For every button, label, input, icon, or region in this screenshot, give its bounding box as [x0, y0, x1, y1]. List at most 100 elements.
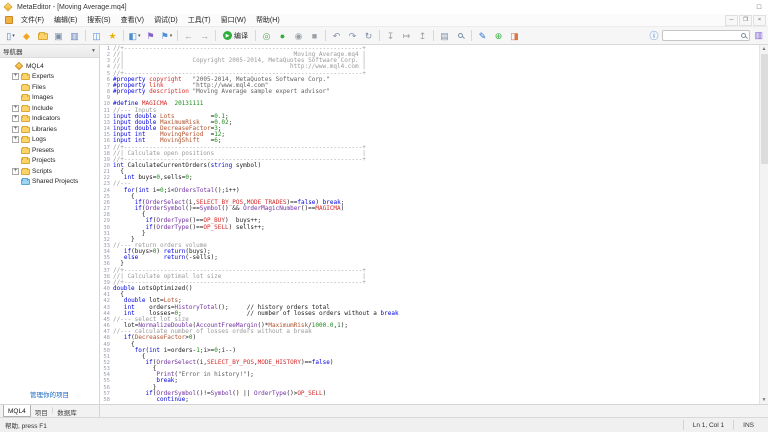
scrollbar-thumb[interactable] — [761, 54, 768, 164]
expand-icon[interactable]: + — [12, 105, 19, 112]
next-bookmark-button[interactable]: ⚑▾ — [159, 29, 174, 43]
start-debug-real-button[interactable]: ◎ — [259, 29, 274, 43]
open-file-icon — [38, 33, 48, 40]
new-file-button[interactable]: ▯▾ — [3, 29, 18, 43]
step-over-button[interactable]: ↦ — [399, 29, 414, 43]
nav-item-images[interactable]: Images — [0, 93, 99, 104]
nav-item-presets[interactable]: Presets — [0, 145, 99, 156]
tab-数据库[interactable]: 数据库 — [53, 405, 81, 417]
compile-button[interactable]: ▶编译 — [219, 29, 252, 43]
expand-icon[interactable]: + — [12, 136, 19, 143]
navigate-back-button[interactable]: ← — [181, 29, 196, 43]
nav-item-files[interactable]: Files — [0, 82, 99, 93]
tile-windows-button[interactable]: ◫ — [89, 29, 104, 43]
menu-item-4[interactable]: 调试(D) — [149, 15, 183, 25]
menu-item-5[interactable]: 工具(T) — [183, 15, 216, 25]
publish-button[interactable]: ⊕ — [491, 29, 506, 43]
stop-debug-icon: ■ — [312, 31, 317, 41]
step-into-button[interactable]: ↧ — [383, 29, 398, 43]
profiles-button[interactable]: ▥ — [67, 29, 82, 43]
toggle-bookmark-button[interactable]: ⚑ — [143, 29, 158, 43]
toolbar-separator — [379, 30, 380, 41]
folder-icon — [21, 127, 30, 133]
navigator-dropdown-icon[interactable]: ▼ — [91, 48, 96, 54]
mdi-minimize-button[interactable]: ─ — [725, 15, 738, 26]
navigator-toggle-button[interactable]: ◧▾ — [127, 29, 142, 43]
mdi-close-button[interactable]: × — [753, 15, 766, 26]
search-input[interactable] — [666, 32, 739, 39]
pause-debug-button[interactable]: ◉ — [291, 29, 306, 43]
nav-item-indicators[interactable]: +Indicators — [0, 114, 99, 125]
redo-button[interactable]: ↷ — [345, 29, 360, 43]
tab-mql4[interactable]: MQL4 — [3, 405, 31, 417]
scroll-up-icon[interactable]: ▲ — [762, 45, 767, 53]
menu-item-6[interactable]: 窗口(W) — [216, 15, 251, 25]
nav-item-logs[interactable]: +Logs — [0, 135, 99, 146]
tab-项目[interactable]: 项目 — [31, 405, 52, 417]
nav-item-label: Files — [32, 84, 46, 91]
dropdown-arrow-icon: ▾ — [170, 33, 173, 39]
compile-icon: ▶ — [223, 31, 232, 40]
navigator-panel: 导航器 ▼ MQL4+ExpertsFilesImages+Include+In… — [0, 45, 100, 404]
nav-item-experts[interactable]: +Experts — [0, 72, 99, 83]
navigate-forward-button[interactable]: → — [197, 29, 212, 43]
nav-root-label: MQL4 — [26, 63, 44, 70]
info-icon[interactable]: ⓘ — [649, 29, 658, 42]
docs-icon[interactable]: ▥ — [754, 30, 763, 41]
toolbar-right-group: ⓘ ▥ — [649, 29, 765, 42]
toolbar-separator — [325, 30, 326, 41]
menu-item-3[interactable]: 查看(V) — [116, 15, 149, 25]
code-line[interactable]: 58 continue; — [100, 397, 759, 403]
mql5-community-button[interactable]: ★ — [105, 29, 120, 43]
toolbar-search[interactable] — [662, 30, 750, 41]
menu-item-2[interactable]: 搜索(S) — [82, 15, 115, 25]
expand-icon[interactable]: + — [12, 126, 19, 133]
toggle-bookmark-icon: ⚑ — [146, 31, 154, 41]
scroll-down-icon[interactable]: ▼ — [762, 396, 767, 404]
undo-button[interactable]: ↶ — [329, 29, 344, 43]
mdi-restore-button[interactable]: ❐ — [739, 15, 752, 26]
refresh-icon: ↻ — [365, 31, 373, 41]
publish-icon: ⊕ — [495, 31, 503, 41]
line-number: 58 — [100, 397, 113, 403]
folder-icon — [21, 137, 30, 143]
menu-item-1[interactable]: 编辑(E) — [49, 15, 82, 25]
code-editor[interactable]: 1//+------------------------------------… — [100, 45, 768, 404]
horizontal-scrollbar[interactable] — [100, 405, 768, 417]
code-text: continue; — [113, 397, 189, 403]
expand-icon[interactable]: + — [12, 73, 19, 80]
start-debug-history-icon: ● — [280, 31, 285, 41]
stop-debug-button[interactable]: ■ — [307, 29, 322, 43]
status-insert-mode: INS — [733, 420, 763, 430]
nav-item-scripts[interactable]: + Scripts — [0, 166, 99, 177]
new-file-icon: ▯ — [6, 31, 11, 41]
code-area[interactable]: 1//+------------------------------------… — [100, 45, 759, 404]
step-out-button[interactable]: ↥ — [415, 29, 430, 43]
nav-item-include[interactable]: +Include — [0, 103, 99, 114]
mdi-window-controls: ─❐× — [724, 15, 766, 26]
nav-item-label: Scripts — [32, 168, 52, 175]
refresh-button[interactable]: ↻ — [361, 29, 376, 43]
nav-item-projects[interactable]: Projects — [0, 156, 99, 167]
save-button[interactable]: ▣ — [51, 29, 66, 43]
vertical-scrollbar[interactable]: ▲ ▼ — [759, 45, 768, 404]
copy-button[interactable]: ▤ — [437, 29, 452, 43]
nav-item-libraries[interactable]: +Libraries — [0, 124, 99, 135]
styler-button[interactable]: ✎ — [475, 29, 490, 43]
search-in-files-button[interactable] — [453, 29, 468, 43]
open-file-button[interactable] — [35, 29, 50, 43]
expand-icon[interactable]: + — [12, 168, 19, 175]
maximize-button[interactable]: □ — [750, 0, 768, 14]
compile-label: 编译 — [234, 31, 248, 41]
nav-root-mql4[interactable]: MQL4 — [0, 61, 99, 72]
main-area: 导航器 ▼ MQL4+ExpertsFilesImages+Include+In… — [0, 45, 768, 404]
metatrader-terminal-button[interactable]: ◆ — [19, 29, 34, 43]
manage-projects-link[interactable]: 管理你的项目 — [0, 386, 99, 404]
expand-icon[interactable]: + — [12, 115, 19, 122]
nav-item-shared-projects[interactable]: Shared Projects — [0, 177, 99, 188]
start-debug-history-button[interactable]: ● — [275, 29, 290, 43]
menu-item-0[interactable]: 文件(F) — [16, 15, 49, 25]
menu-item-7[interactable]: 帮助(H) — [251, 15, 285, 25]
screenshots-button[interactable]: ◨ — [507, 29, 522, 43]
mql4-logo-icon — [15, 62, 23, 70]
